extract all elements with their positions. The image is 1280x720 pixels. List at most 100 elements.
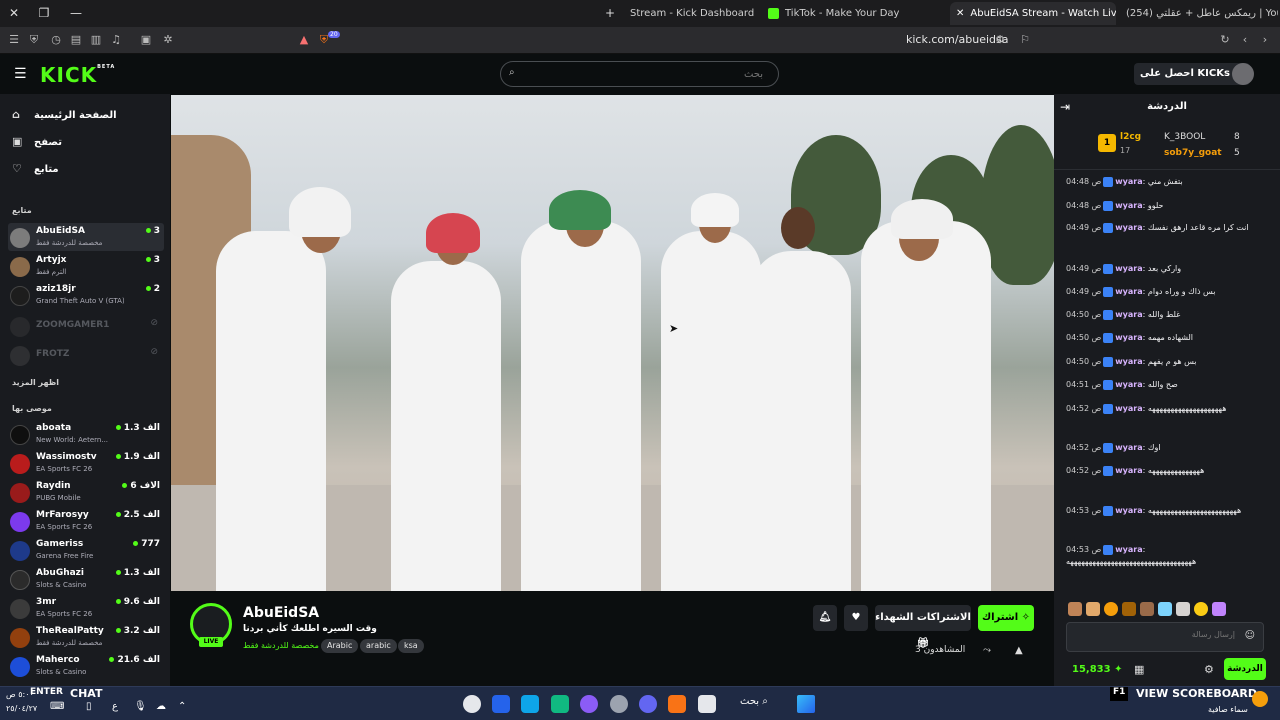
network-icon[interactable]: ⌨ xyxy=(50,701,64,712)
sidebar-channel-3mr[interactable]: 3mr EA Sports FC 26 9.6 الف xyxy=(8,594,164,622)
sidebar-channel-gameriss[interactable]: Gameriss Garena Free Fire 777 xyxy=(8,536,164,564)
message-user[interactable]: wyara xyxy=(1115,287,1142,296)
microphone-icon[interactable]: 🎙︎ xyxy=(134,701,147,712)
onedrive-icon[interactable]: ☁ xyxy=(156,701,166,712)
message-user[interactable]: wyara xyxy=(1115,357,1142,366)
sidebar-channel-artyjx[interactable]: Artyjx الترم فقط 3 xyxy=(8,252,164,280)
forward-icon[interactable]: › xyxy=(1257,32,1273,48)
leader-name[interactable]: sob7y_goat xyxy=(1164,148,1222,158)
emote-icon[interactable] xyxy=(1176,602,1190,616)
emote-icon[interactable] xyxy=(1104,602,1118,616)
sidebar-channel-aziz18jr[interactable]: aziz18jr Grand Theft Auto V (GTA) 2 xyxy=(8,281,164,309)
menu-icon[interactable]: ☰ xyxy=(6,32,22,48)
chat-input[interactable] xyxy=(1095,630,1235,639)
tab-kick-dashboard[interactable]: Stream - Kick Dashboard xyxy=(624,2,754,25)
report-icon[interactable]: ▲ xyxy=(1015,645,1023,656)
share-icon[interactable]: ⤳ xyxy=(983,645,991,656)
vscode-icon[interactable] xyxy=(492,695,510,713)
music-icon[interactable]: ♫ xyxy=(108,32,124,48)
tab-abueidsa[interactable]: ✕ AbuEidSA Stream - Watch Live o xyxy=(950,2,1116,25)
bookmark-icon[interactable]: ⚐ xyxy=(1017,32,1033,48)
sidebar-channel-frotz[interactable]: FROTZ ⊘ xyxy=(8,341,164,369)
windows-start-icon[interactable] xyxy=(797,695,815,713)
weather-moon-icon[interactable] xyxy=(1252,691,1268,707)
nav-browse[interactable]: ▣ تصفح xyxy=(12,135,62,148)
app-icon[interactable] xyxy=(551,695,569,713)
reload-icon[interactable]: ↻ xyxy=(1217,32,1233,48)
minimize-icon[interactable]: — xyxy=(66,4,86,22)
stream-category[interactable]: مخصصة للدردشة فقط xyxy=(243,641,319,650)
tag-arabic-lower[interactable]: arabic xyxy=(360,639,397,653)
message-user[interactable]: wyara xyxy=(1115,310,1142,319)
message-user[interactable]: wyara xyxy=(1115,506,1142,515)
shield-icon[interactable]: ⛨ xyxy=(26,32,42,48)
show-more-link[interactable]: اظهر المزيد xyxy=(12,378,59,387)
chat-input-box[interactable]: ☺ xyxy=(1066,622,1264,652)
search-input[interactable] xyxy=(523,66,763,82)
message-user[interactable]: wyara xyxy=(1115,177,1142,186)
tray-expand-icon[interactable]: ⌃ xyxy=(178,701,186,712)
sidebar-channel-maherco[interactable]: Maherco Slots & Casino 21.6 الف xyxy=(8,652,164,680)
app-icon[interactable] xyxy=(580,695,598,713)
nav-home[interactable]: ⌂ الصفحة الرئيسية xyxy=(12,108,117,121)
sidebar-channel-aboata[interactable]: aboata New World: Aetern... 1.3 الف xyxy=(8,420,164,448)
emote-icon[interactable] xyxy=(1068,602,1082,616)
tab-tiktok[interactable]: TikTok - Make Your Day xyxy=(762,2,930,25)
tabs-icon[interactable]: ▤ xyxy=(68,32,84,48)
nav-following[interactable]: ♡ متابع xyxy=(12,162,59,175)
subscribe-button[interactable]: اشتراك ✧ xyxy=(978,605,1034,631)
history-icon[interactable]: ◷ xyxy=(48,32,64,48)
message-user[interactable]: wyara xyxy=(1115,380,1142,389)
video-player[interactable]: ➤ xyxy=(171,95,1054,591)
emote-icon[interactable] xyxy=(1140,602,1154,616)
close-tab-icon[interactable]: ✕ xyxy=(956,8,964,19)
search-box[interactable]: ⌕ xyxy=(500,61,779,87)
steam-icon[interactable] xyxy=(463,695,481,713)
sidebar-channel-zoomgamer1[interactable]: ZOOMGAMER1 ⊘ xyxy=(8,312,164,340)
user-avatar[interactable] xyxy=(1232,63,1254,85)
sidebar-channel-wassimostv[interactable]: Wassimostv EA Sports FC 26 1.9 الف xyxy=(8,449,164,477)
battery-icon[interactable]: ▯ xyxy=(86,701,92,712)
emote-icon[interactable] xyxy=(1086,602,1100,616)
message-user[interactable]: wyara xyxy=(1115,404,1142,413)
screenshot-icon[interactable]: ▣ xyxy=(138,32,154,48)
chat-rules-icon[interactable]: ▦ xyxy=(1134,663,1144,676)
new-tab-icon[interactable]: + xyxy=(600,4,620,22)
emote-icon[interactable] xyxy=(1194,602,1208,616)
notification-bell-button[interactable]: 🔔︎ xyxy=(813,605,837,631)
leader-name[interactable]: K_3BOOL xyxy=(1164,132,1205,142)
file-explorer-icon[interactable] xyxy=(698,695,716,713)
sidebar-channel-mrfarosyy[interactable]: MrFarosyy EA Sports FC 26 2.5 الف xyxy=(8,507,164,535)
settings-icon[interactable] xyxy=(610,695,628,713)
emote-icon[interactable] xyxy=(1158,602,1172,616)
channel-name[interactable]: AbuEidSA xyxy=(243,605,319,621)
extensions-icon[interactable]: ✲ xyxy=(160,32,176,48)
sidebar-channel-abughazi[interactable]: AbuGhazi Slots & Casino 1.3 الف xyxy=(8,565,164,593)
gift-subs-button[interactable]: الاشتراكات الشهداء 🎁︎ xyxy=(875,605,971,649)
follow-button[interactable]: ♥ xyxy=(844,605,868,631)
warning-icon[interactable]: ▲ xyxy=(296,32,312,48)
sidebar-channel-therealpatty[interactable]: TheRealPatty مخصصة للدردشة فقط 3.2 الف xyxy=(8,623,164,651)
sidebar-channel-raydin[interactable]: Raydin PUBG Mobile 6 الاف xyxy=(8,478,164,506)
hamburger-menu-icon[interactable]: ☰ xyxy=(14,66,27,82)
message-user[interactable]: wyara xyxy=(1115,466,1142,475)
emote-icon[interactable] xyxy=(1212,602,1226,616)
window-restore-icon[interactable]: ❐ xyxy=(34,4,54,22)
message-user[interactable]: wyara xyxy=(1115,545,1142,554)
tab-youtube[interactable]: (254) ريمكس عاطل + عقلتي | YouTube xyxy=(1120,2,1278,25)
language-icon[interactable]: ع xyxy=(112,701,118,712)
site-settings-icon[interactable]: ⚙ xyxy=(992,32,1008,48)
back-icon[interactable]: ‹ xyxy=(1237,32,1253,48)
tag-ksa[interactable]: ksa xyxy=(398,639,424,653)
chat-send-button[interactable]: الدردشة xyxy=(1224,658,1266,680)
sidebar-channel-abueidsa[interactable]: AbuEidSA مخصصة للدردشة فقط 3 xyxy=(8,223,164,251)
emote-icon[interactable] xyxy=(1122,602,1136,616)
emoji-icon[interactable]: ☺ xyxy=(1245,630,1255,641)
message-user[interactable]: wyara xyxy=(1115,264,1142,273)
message-user[interactable]: wyara xyxy=(1115,223,1142,232)
close-icon[interactable]: ✕ xyxy=(4,4,24,22)
taskbar-search[interactable]: بحث ⌕ xyxy=(740,696,768,707)
store-icon[interactable] xyxy=(521,695,539,713)
sidebar-icon[interactable]: ▥ xyxy=(88,32,104,48)
message-user[interactable]: wyara xyxy=(1115,443,1142,452)
